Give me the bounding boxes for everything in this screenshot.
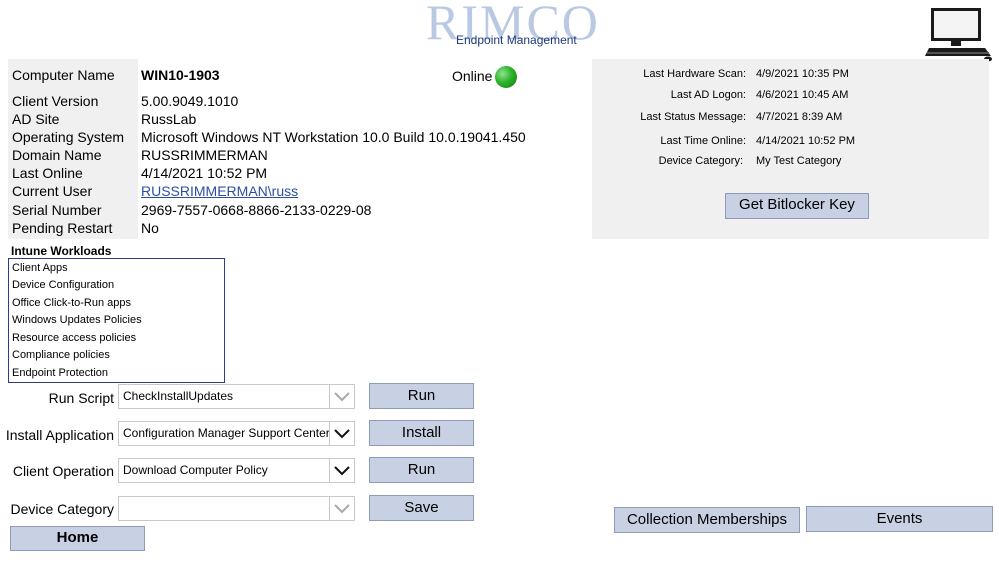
- events-button[interactable]: Events: [806, 506, 993, 532]
- computer-icon: [925, 6, 993, 62]
- chevron-down-icon[interactable]: [329, 497, 354, 520]
- list-item[interactable]: Compliance policies: [12, 348, 110, 362]
- list-item[interactable]: Endpoint Protection: [12, 366, 108, 380]
- stat-value: 4/6/2021 10:45 AM: [756, 89, 849, 101]
- list-item[interactable]: Windows Updates Policies: [12, 313, 142, 327]
- value-ad-site: RussLab: [141, 111, 197, 127]
- get-bitlocker-key-button[interactable]: Get Bitlocker Key: [725, 193, 869, 219]
- device-category-select[interactable]: [118, 496, 355, 521]
- value-computer-name: WIN10-1903: [141, 67, 220, 83]
- label-ad-site: AD Site: [12, 111, 60, 127]
- online-status-text: Online: [452, 68, 493, 84]
- install-application-value: Configuration Manager Support Center: [123, 426, 330, 440]
- value-last-online: 4/14/2021 10:52 PM: [141, 165, 268, 181]
- stat-value: 4/9/2021 10:35 PM: [756, 68, 849, 80]
- client-operation-run-button[interactable]: Run: [369, 457, 474, 483]
- run-script-select[interactable]: CheckInstallUpdates: [118, 384, 355, 409]
- label-current-user: Current User: [12, 183, 93, 199]
- chevron-down-icon[interactable]: [329, 459, 354, 482]
- rimco-logo: RIMCO Endpoint Management: [420, 0, 610, 50]
- workloads-title: Intune Workloads: [11, 244, 112, 258]
- value-client-version: 5.00.9049.1010: [141, 93, 239, 109]
- list-item[interactable]: Office Click-to-Run apps: [12, 296, 131, 310]
- current-user-link[interactable]: RUSSRIMMERMAN\russ: [141, 182, 298, 200]
- status-online-icon: [495, 66, 517, 88]
- label-operating-system: Operating System: [12, 129, 125, 145]
- label-pending-restart: Pending Restart: [12, 220, 113, 236]
- client-operation-value: Download Computer Policy: [123, 463, 268, 477]
- label-computer-name: Computer Name: [12, 67, 115, 83]
- save-button[interactable]: Save: [369, 495, 474, 521]
- client-operation-label: Client Operation: [12, 463, 114, 479]
- install-application-label: Install Application: [5, 427, 114, 443]
- list-item[interactable]: Resource access policies: [12, 331, 136, 345]
- chevron-down-icon[interactable]: [329, 422, 354, 445]
- home-button[interactable]: Home: [10, 526, 145, 551]
- value-serial-number: 2969-7557-0668-8866-2133-0229-08: [141, 202, 372, 218]
- list-item[interactable]: Client Apps: [12, 261, 68, 275]
- logo-subtitle: Endpoint Management: [456, 33, 577, 47]
- workloads-list[interactable]: Client Apps Device Configuration Office …: [8, 258, 225, 383]
- stat-label: Last Hardware Scan:: [643, 68, 746, 80]
- collection-memberships-button[interactable]: Collection Memberships: [614, 507, 800, 533]
- label-last-online: Last Online: [12, 165, 83, 181]
- value-operating-system: Microsoft Windows NT Workstation 10.0 Bu…: [141, 129, 526, 145]
- stat-value: My Test Category: [756, 155, 842, 167]
- value-domain-name: RUSSRIMMERMAN: [141, 147, 268, 163]
- run-script-button[interactable]: Run: [369, 383, 474, 409]
- value-pending-restart: No: [141, 220, 159, 236]
- stat-label: Last AD Logon:: [670, 89, 746, 101]
- chevron-down-icon[interactable]: [329, 385, 354, 408]
- device-category-label: Device Category: [10, 501, 115, 517]
- run-script-label: Run Script: [48, 390, 114, 406]
- client-operation-select[interactable]: Download Computer Policy: [118, 458, 355, 483]
- stat-value: 4/7/2021 8:39 AM: [756, 111, 843, 123]
- stat-value: 4/14/2021 10:52 PM: [756, 135, 856, 147]
- install-application-select[interactable]: Configuration Manager Support Center: [118, 421, 355, 446]
- label-serial-number: Serial Number: [12, 202, 102, 218]
- stat-label: Last Time Online:: [660, 135, 746, 147]
- stat-label: Device Category:: [658, 155, 743, 167]
- label-domain-name: Domain Name: [12, 147, 102, 163]
- label-client-version: Client Version: [12, 93, 99, 109]
- list-item[interactable]: Device Configuration: [12, 278, 114, 292]
- stat-label: Last Status Message:: [640, 111, 746, 123]
- run-script-value: CheckInstallUpdates: [123, 389, 234, 403]
- install-button[interactable]: Install: [369, 420, 474, 446]
